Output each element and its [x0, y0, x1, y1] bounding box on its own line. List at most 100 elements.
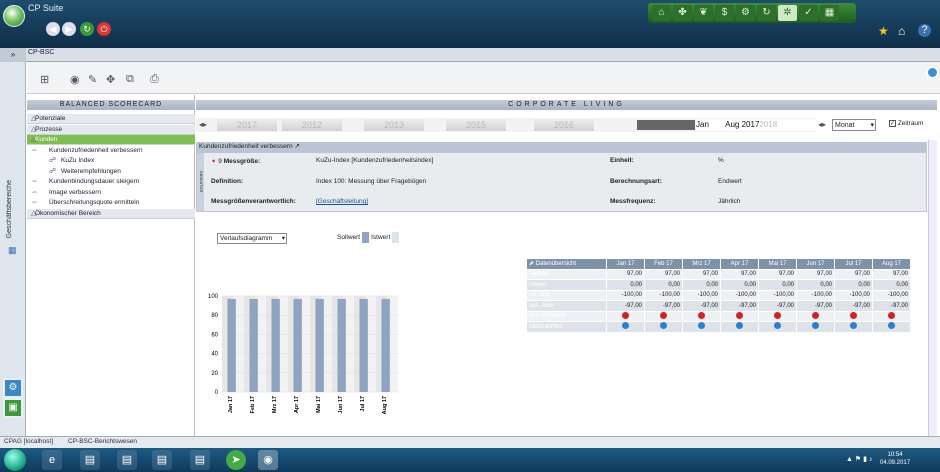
- tree-module-icon[interactable]: ✤: [673, 5, 692, 21]
- warning-dot-icon[interactable]: [660, 311, 667, 319]
- home-module-icon[interactable]: ⌂: [652, 5, 671, 21]
- document-icon[interactable]: ▤: [80, 450, 100, 470]
- move-icon[interactable]: ✥: [106, 73, 115, 86]
- warning-dot-icon[interactable]: [888, 311, 895, 319]
- power-icon[interactable]: ⏻: [97, 22, 111, 36]
- refresh-icon[interactable]: ↻: [80, 22, 94, 36]
- column-header[interactable]: Jan 17: [606, 258, 645, 270]
- rail-label[interactable]: Geschäftsbereiche: [6, 180, 13, 238]
- structure-icon[interactable]: ⊞: [40, 73, 49, 86]
- tab-bar: [0, 48, 940, 62]
- money-module-icon[interactable]: $: [715, 5, 734, 21]
- tree-item[interactable]: △ Kunden: [27, 135, 195, 145]
- vertical-scrollbar[interactable]: [928, 140, 937, 436]
- chart-type-select[interactable]: Verlaufsdiagramm ▾: [217, 233, 287, 244]
- tree-item[interactable]: ☍ Weiterempfehlungen: [27, 167, 195, 177]
- action-dot-icon[interactable]: [774, 322, 781, 330]
- warning-dot-icon[interactable]: [774, 311, 781, 319]
- warning-dot-icon[interactable]: [812, 311, 819, 319]
- zeitraum-checkbox[interactable]: ✓ Zeitraum: [889, 120, 923, 127]
- cp-suite-taskbar-icon[interactable]: ◉: [258, 450, 278, 470]
- table-cell: [834, 321, 873, 333]
- triangle-icon: △: [31, 209, 37, 217]
- year-tab[interactable]: 2016: [534, 119, 594, 131]
- app-logo[interactable]: [3, 5, 25, 27]
- table-cell: [606, 310, 645, 322]
- tree-item[interactable]: △ Prozesse: [27, 124, 195, 135]
- bsc-module-icon[interactable]: ✲: [778, 5, 797, 21]
- cycle-module-icon[interactable]: ↻: [757, 5, 776, 21]
- save-icon[interactable]: ▣: [5, 400, 21, 416]
- action-dot-icon[interactable]: [736, 322, 743, 330]
- nav-back-icon[interactable]: ◀: [46, 22, 60, 36]
- x-tick-label: Apr 17: [294, 396, 300, 413]
- favorite-star-icon[interactable]: ★: [878, 24, 889, 38]
- year-tab[interactable]: 2017: [217, 119, 277, 131]
- tree-item[interactable]: ⇔ Kundenzufriedenheit verbessern: [27, 146, 195, 156]
- settings-icon[interactable]: ⚙: [5, 380, 21, 396]
- system-tray[interactable]: ▲ ⚑ ▮ ♪: [846, 455, 872, 463]
- year-tab[interactable]: 2012: [282, 119, 342, 131]
- action-dot-icon[interactable]: [888, 322, 895, 330]
- document-icon[interactable]: ▤: [117, 450, 137, 470]
- timeline-next-icon[interactable]: ◂▸: [818, 120, 826, 129]
- warning-dot-icon[interactable]: [850, 311, 857, 319]
- column-header[interactable]: Feb 17: [644, 258, 683, 270]
- leaf-module-icon[interactable]: ❦: [694, 5, 713, 21]
- table-cell: 97,00: [606, 268, 645, 280]
- print-icon[interactable]: ⎙: [150, 73, 159, 86]
- app-green-icon[interactable]: ➤: [226, 450, 246, 470]
- home-icon[interactable]: ⌂: [898, 24, 905, 38]
- document-icon[interactable]: ▤: [152, 450, 172, 470]
- check-module-icon[interactable]: ✓: [799, 5, 818, 21]
- tree-item[interactable]: △ Ökonomischer Bereich: [27, 208, 195, 219]
- info-icon[interactable]: [926, 66, 939, 79]
- panel-toggle-button[interactable]: »: [0, 48, 26, 62]
- browser-icon[interactable]: e: [42, 450, 62, 470]
- tree-item[interactable]: △ Potenziale: [27, 114, 195, 124]
- warning-dot-icon[interactable]: [622, 311, 629, 319]
- period-slider[interactable]: [637, 120, 695, 130]
- bar-sollwert: [337, 298, 346, 392]
- view-icon[interactable]: ◉: [70, 73, 80, 86]
- column-header[interactable]: Mrz 17: [682, 258, 721, 270]
- tree-item[interactable]: ⇔ Überschreitungsquote ermitteln: [27, 198, 195, 208]
- hierarchy-icon[interactable]: ⧉: [126, 73, 134, 86]
- tab-cp-bsc[interactable]: CP-BSC: [28, 49, 54, 56]
- clock[interactable]: 10:54 04.09.2017: [880, 451, 910, 467]
- tree-item-label: KuZu Index: [61, 157, 95, 164]
- year-tab[interactable]: 2015: [446, 119, 506, 131]
- year-tab[interactable]: 2013: [364, 119, 424, 131]
- tree-item[interactable]: ⇔ Image verbessern: [27, 188, 195, 198]
- column-header[interactable]: Aug 17: [872, 258, 911, 270]
- action-dot-icon[interactable]: [660, 322, 667, 330]
- chart-module-icon[interactable]: ▦: [820, 5, 839, 21]
- column-header[interactable]: Jul 17: [834, 258, 873, 270]
- nav-forward-icon[interactable]: ▶: [62, 22, 76, 36]
- timeline-prev-icon[interactable]: ◂▸: [199, 120, 207, 129]
- action-dot-icon[interactable]: [698, 322, 705, 330]
- table-cell: -100,00: [720, 289, 759, 301]
- warning-dot-icon[interactable]: [698, 311, 705, 319]
- tree-item[interactable]: ⇔ Kundenbindungsdauer steigern: [27, 177, 195, 187]
- link-icon[interactable]: ↗: [294, 143, 299, 150]
- link-icon: ⇔: [31, 188, 38, 196]
- indicator-tab[interactable]: INDIKATOR: [197, 153, 204, 211]
- document-icon[interactable]: ▤: [190, 450, 210, 470]
- start-button[interactable]: [4, 449, 26, 471]
- column-header[interactable]: Jun 17: [796, 258, 835, 270]
- rail-grid-icon[interactable]: ▦: [8, 245, 17, 256]
- column-header[interactable]: Mai 17: [758, 258, 797, 270]
- action-dot-icon[interactable]: [850, 322, 857, 330]
- warning-dot-icon[interactable]: [736, 311, 743, 319]
- verantw-link[interactable]: [Geschäftsleitung]: [316, 198, 368, 205]
- table-cell: [682, 310, 721, 322]
- action-dot-icon[interactable]: [622, 322, 629, 330]
- help-icon[interactable]: ?: [918, 24, 931, 37]
- tree-item[interactable]: ☍ KuZu Index: [27, 156, 195, 166]
- column-header[interactable]: Apr 17: [720, 258, 759, 270]
- action-dot-icon[interactable]: [812, 322, 819, 330]
- gear-module-icon[interactable]: ⚙: [736, 5, 755, 21]
- granularity-select[interactable]: Monat ▾: [832, 119, 876, 131]
- edit-icon[interactable]: ✎: [88, 73, 97, 86]
